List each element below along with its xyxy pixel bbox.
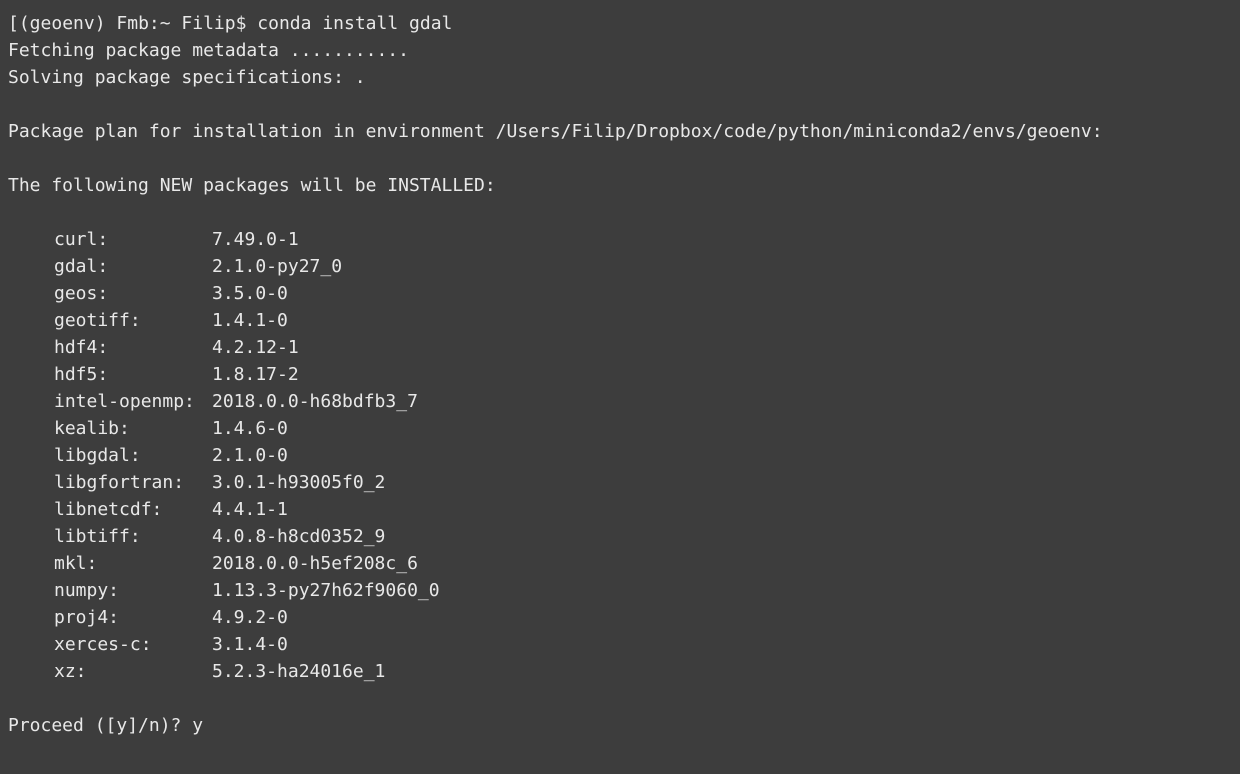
user: Filip$	[181, 13, 246, 34]
package-name: intel-openmp:	[54, 388, 212, 415]
package-version: 4.4.1-1	[212, 496, 288, 523]
package-row: libgfortran:3.0.1-h93005f0_2	[54, 469, 1232, 496]
package-name: geotiff:	[54, 307, 212, 334]
prompt-line: [(geoenv) Fmb:~ Filip$ conda install gda…	[8, 10, 1232, 37]
fetching-line: Fetching package metadata ...........	[8, 37, 1232, 64]
package-version: 2.1.0-py27_0	[212, 253, 342, 280]
package-version: 3.1.4-0	[212, 631, 288, 658]
package-version: 1.4.6-0	[212, 415, 288, 442]
package-row: libgdal:2.1.0-0	[54, 442, 1232, 469]
package-name: numpy:	[54, 577, 212, 604]
package-version: 1.13.3-py27h62f9060_0	[212, 577, 440, 604]
new-packages-header: The following NEW packages will be INSTA…	[8, 172, 1232, 199]
package-version: 2.1.0-0	[212, 442, 288, 469]
package-name: gdal:	[54, 253, 212, 280]
package-name: libgdal:	[54, 442, 212, 469]
package-version: 2018.0.0-h68bdfb3_7	[212, 388, 418, 415]
package-version: 3.0.1-h93005f0_2	[212, 469, 385, 496]
package-version: 7.49.0-1	[212, 226, 299, 253]
package-name: geos:	[54, 280, 212, 307]
proceed-answer[interactable]: y	[192, 715, 203, 736]
package-row: mkl:2018.0.0-h5ef208c_6	[54, 550, 1232, 577]
blank-line	[8, 145, 1232, 172]
package-version: 1.8.17-2	[212, 361, 299, 388]
package-version: 4.0.8-h8cd0352_9	[212, 523, 385, 550]
package-version: 1.4.1-0	[212, 307, 288, 334]
package-name: libtiff:	[54, 523, 212, 550]
package-name: libnetcdf:	[54, 496, 212, 523]
bracket-open: [	[8, 13, 19, 34]
package-row: libtiff:4.0.8-h8cd0352_9	[54, 523, 1232, 550]
proceed-prompt-line: Proceed ([y]/n)? y	[8, 712, 1232, 739]
packages-list: curl:7.49.0-1 gdal:2.1.0-py27_0 geos:3.5…	[54, 226, 1232, 685]
package-name: hdf4:	[54, 334, 212, 361]
package-name: libgfortran:	[54, 469, 212, 496]
blank-line	[8, 91, 1232, 118]
package-row: intel-openmp:2018.0.0-h68bdfb3_7	[54, 388, 1232, 415]
package-row: kealib:1.4.6-0	[54, 415, 1232, 442]
blank-line	[8, 199, 1232, 226]
package-row: geotiff:1.4.1-0	[54, 307, 1232, 334]
package-name: xz:	[54, 658, 212, 685]
package-name: kealib:	[54, 415, 212, 442]
package-row: libnetcdf:4.4.1-1	[54, 496, 1232, 523]
package-row: xerces-c:3.1.4-0	[54, 631, 1232, 658]
blank-line	[8, 685, 1232, 712]
package-row: geos:3.5.0-0	[54, 280, 1232, 307]
package-row: curl:7.49.0-1	[54, 226, 1232, 253]
env-prefix: (geoenv)	[19, 13, 106, 34]
package-name: xerces-c:	[54, 631, 212, 658]
command[interactable]: conda install gdal	[257, 13, 452, 34]
package-plan-line: Package plan for installation in environ…	[8, 118, 1232, 145]
package-version: 3.5.0-0	[212, 280, 288, 307]
package-row: hdf5:1.8.17-2	[54, 361, 1232, 388]
package-version: 5.2.3-ha24016e_1	[212, 658, 385, 685]
proceed-prompt: Proceed ([y]/n)?	[8, 715, 192, 736]
package-version: 4.9.2-0	[212, 604, 288, 631]
package-row: proj4:4.9.2-0	[54, 604, 1232, 631]
package-name: curl:	[54, 226, 212, 253]
package-row: numpy:1.13.3-py27h62f9060_0	[54, 577, 1232, 604]
host: Fmb:~	[116, 13, 170, 34]
package-name: hdf5:	[54, 361, 212, 388]
package-row: xz:5.2.3-ha24016e_1	[54, 658, 1232, 685]
package-row: hdf4:4.2.12-1	[54, 334, 1232, 361]
package-name: mkl:	[54, 550, 212, 577]
solving-line: Solving package specifications: .	[8, 64, 1232, 91]
package-name: proj4:	[54, 604, 212, 631]
package-version: 4.2.12-1	[212, 334, 299, 361]
package-row: gdal:2.1.0-py27_0	[54, 253, 1232, 280]
package-version: 2018.0.0-h5ef208c_6	[212, 550, 418, 577]
